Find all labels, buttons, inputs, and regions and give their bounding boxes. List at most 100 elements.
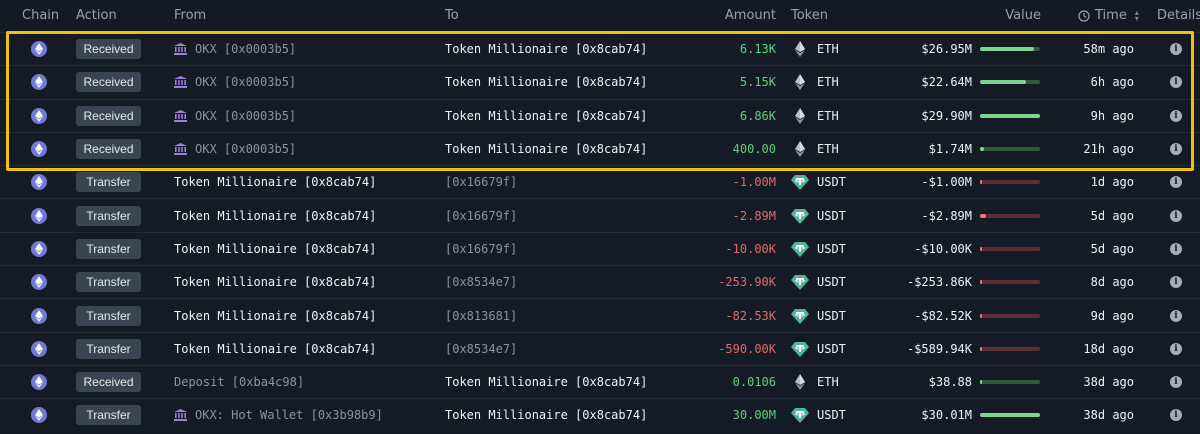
from-address[interactable]: Token Millionaire [0x8cab74] — [174, 275, 376, 289]
table-row[interactable]: Received OKX [0x0003b5] Token Millionaire … — [0, 98, 1200, 132]
from-address[interactable]: OKX [0x0003b5] — [174, 142, 296, 156]
chain-ethereum-icon — [31, 74, 47, 91]
info-icon[interactable]: i — [1170, 409, 1182, 422]
table-row[interactable]: Transfer Token Millionaire [0x8cab74] [0x1… — [0, 231, 1200, 266]
table-row[interactable]: Transfer Token Millionaire [0x8cab74] [0x1… — [0, 165, 1200, 199]
to-address[interactable]: [0x8534e7] — [445, 275, 517, 289]
info-icon[interactable]: i — [1170, 76, 1182, 89]
value-usd: -$253.86K — [906, 275, 972, 290]
header-chain: Chain — [22, 8, 60, 23]
action-badge[interactable]: Received — [76, 139, 141, 160]
table-row[interactable]: Transfer OKX: Hot Wallet [0x3b98b9] Token … — [0, 398, 1200, 432]
token-symbol[interactable]: USDT — [817, 342, 846, 356]
action-badge[interactable]: Transfer — [76, 272, 141, 293]
header-time-sort[interactable]: Time ▴ ▾ — [1078, 8, 1139, 23]
time-ago: 5d ago — [1090, 208, 1134, 223]
value-bar-fill — [980, 313, 982, 318]
action-badge[interactable]: Received — [76, 372, 141, 393]
time-ago: 9d ago — [1090, 308, 1134, 323]
info-icon[interactable]: i — [1170, 309, 1182, 322]
from-address[interactable]: Token Millionaire [0x8cab74] — [174, 342, 376, 356]
table-row[interactable]: Received OKX [0x0003b5] Token Millionaire … — [0, 65, 1200, 99]
table-row[interactable]: Received Deposit [0xba4c98] Token Milliona… — [0, 364, 1200, 399]
from-address[interactable]: Token Millionaire [0x8cab74] — [174, 209, 376, 223]
to-address[interactable]: [0x16679f] — [445, 209, 517, 223]
value-usd: $22.64M — [921, 75, 972, 90]
from-address[interactable]: Token Millionaire [0x8cab74] — [174, 175, 376, 189]
info-icon[interactable]: i — [1170, 143, 1182, 156]
token-symbol[interactable]: ETH — [817, 75, 839, 89]
token-symbol[interactable]: USDT — [817, 408, 846, 422]
value-bar-fill — [980, 346, 982, 351]
table-row[interactable]: Transfer Token Millionaire [0x8cab74] [0x8… — [0, 265, 1200, 299]
from-label: Token Millionaire [0x8cab74] — [174, 341, 377, 356]
action-badge[interactable]: Transfer — [76, 205, 141, 226]
value-usd: $1.74M — [928, 142, 972, 157]
time-ago: 21h ago — [1083, 142, 1134, 157]
action-badge[interactable]: Received — [76, 105, 141, 126]
to-address[interactable]: Token Millionaire [0x8cab74] — [445, 109, 647, 123]
to-address[interactable]: [0x8534e7] — [445, 342, 517, 356]
value-bar — [980, 313, 1040, 318]
action-badge[interactable]: Transfer — [76, 172, 141, 193]
amount: 30.00M — [732, 408, 776, 423]
from-address[interactable]: OKX [0x0003b5] — [174, 75, 296, 89]
token-symbol[interactable]: USDT — [817, 275, 846, 289]
to-address[interactable]: Token Millionaire [0x8cab74] — [445, 375, 647, 389]
value-bar — [980, 346, 1040, 351]
info-icon[interactable]: i — [1170, 376, 1182, 389]
token-symbol[interactable]: USDT — [817, 209, 846, 223]
action-badge[interactable]: Transfer — [76, 338, 141, 359]
amount: -253.90K — [718, 275, 776, 290]
token-symbol[interactable]: USDT — [817, 309, 846, 323]
action-badge[interactable]: Received — [76, 39, 141, 60]
token-symbol[interactable]: USDT — [817, 242, 846, 256]
info-icon[interactable]: i — [1170, 242, 1182, 255]
to-address[interactable]: [0x16679f] — [445, 175, 517, 189]
token-symbol[interactable]: ETH — [817, 109, 839, 123]
usdt-icon — [791, 273, 809, 291]
bank-icon — [174, 409, 187, 422]
to-address[interactable]: Token Millionaire [0x8cab74] — [445, 75, 647, 89]
info-icon[interactable]: i — [1170, 342, 1182, 355]
action-badge[interactable]: Received — [76, 72, 141, 93]
from-label: Token Millionaire [0x8cab74] — [174, 208, 377, 223]
table-row[interactable]: Transfer Token Millionaire [0x8cab74] [0x1… — [0, 198, 1200, 232]
chain-ethereum-icon — [31, 41, 47, 58]
action-badge[interactable]: Transfer — [76, 238, 141, 259]
table-row[interactable]: Transfer Token Millionaire [0x8cab74] [0x8… — [0, 331, 1200, 365]
info-icon[interactable]: i — [1170, 209, 1182, 222]
token-symbol[interactable]: USDT — [817, 175, 846, 189]
from-address[interactable]: Token Millionaire [0x8cab74] — [174, 242, 376, 256]
clock-icon — [1078, 9, 1090, 22]
from-address[interactable]: Token Millionaire [0x8cab74] — [174, 309, 376, 323]
to-address[interactable]: Token Millionaire [0x8cab74] — [445, 408, 647, 422]
to-address[interactable]: [0x16679f] — [445, 242, 517, 256]
info-icon[interactable]: i — [1170, 43, 1182, 56]
value-bar — [980, 180, 1040, 185]
value-usd: $30.01M — [921, 408, 972, 423]
header-value: Value — [1005, 8, 1041, 23]
amount: 6.13K — [739, 42, 776, 57]
to-address[interactable]: Token Millionaire [0x8cab74] — [445, 142, 647, 156]
to-address[interactable]: [0x813681] — [445, 309, 517, 323]
from-label: OKX [0x0003b5] — [195, 108, 297, 123]
table-row[interactable]: Transfer Token Millionaire [0x8cab74] [0x8… — [0, 298, 1200, 332]
info-icon[interactable]: i — [1170, 109, 1182, 122]
from-address[interactable]: OKX: Hot Wallet [0x3b98b9] — [174, 408, 383, 422]
table-row[interactable]: Received OKX [0x0003b5] Token Millionaire … — [0, 32, 1200, 66]
token-symbol[interactable]: ETH — [817, 42, 839, 56]
info-icon[interactable]: i — [1170, 176, 1182, 189]
token-symbol[interactable]: ETH — [817, 142, 839, 156]
token-symbol[interactable]: ETH — [817, 375, 839, 389]
action-badge[interactable]: Transfer — [76, 305, 141, 326]
table-row[interactable]: Received OKX [0x0003b5] Token Millionaire … — [0, 131, 1200, 166]
value-bar-fill — [980, 280, 982, 285]
from-address[interactable]: Deposit [0xba4c98] — [174, 375, 304, 389]
to-address[interactable]: Token Millionaire [0x8cab74] — [445, 42, 647, 56]
from-address[interactable]: OKX [0x0003b5] — [174, 109, 296, 123]
action-badge[interactable]: Transfer — [76, 405, 141, 426]
from-address[interactable]: OKX [0x0003b5] — [174, 42, 296, 56]
info-icon[interactable]: i — [1170, 276, 1182, 289]
value-bar — [980, 246, 1040, 251]
